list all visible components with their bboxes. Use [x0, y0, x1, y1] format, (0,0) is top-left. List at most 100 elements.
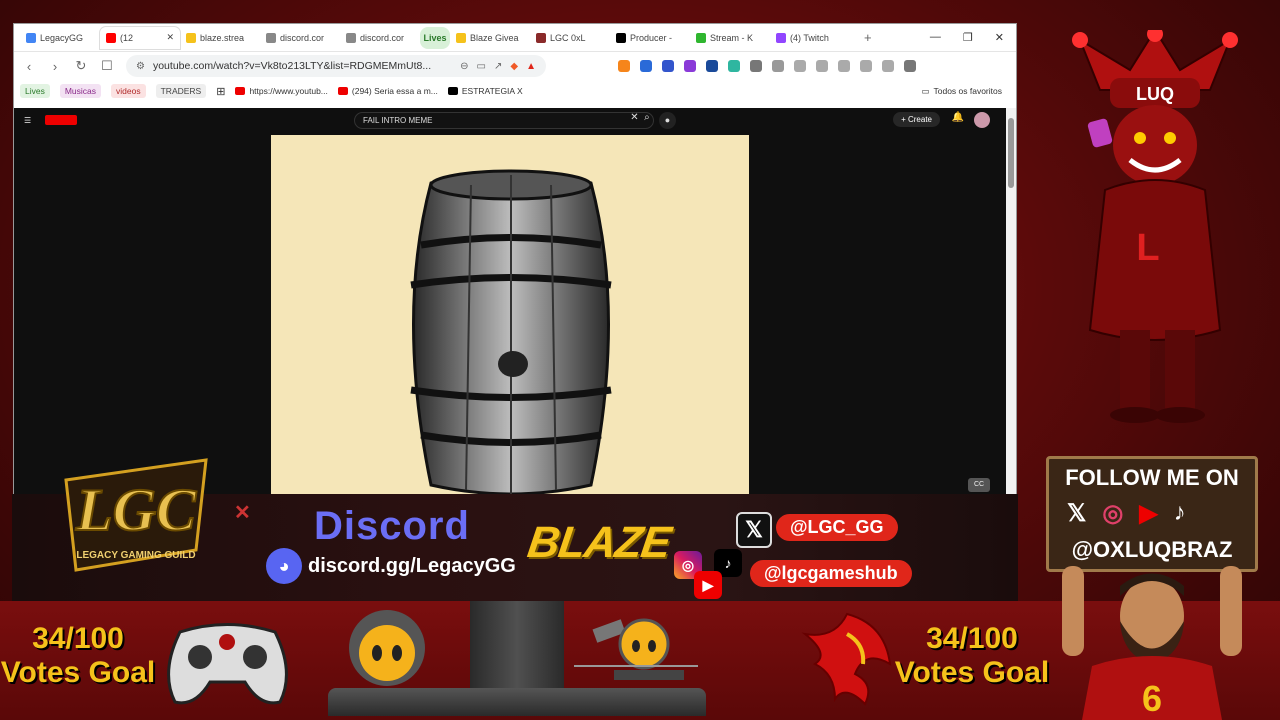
youtube-page: ☰ FAIL INTRO MEME ✕ ⌕ ● + Create 🔔 CC — [14, 108, 1006, 494]
scrollbar-thumb[interactable] — [1008, 118, 1014, 188]
sidebar-icon[interactable] — [816, 60, 828, 72]
leaf-extension-icon[interactable] — [728, 60, 740, 72]
install-icon[interactable]: ▭ — [477, 61, 486, 72]
mascot-cap-text: LUQ — [1136, 84, 1174, 104]
bookmark-item[interactable]: https://www.youtub... — [235, 86, 328, 96]
browser-tab[interactable]: discord.cor — [260, 27, 340, 49]
tab-favicon-icon — [776, 32, 786, 43]
url-field[interactable]: ⚙ youtube.com/watch?v=Vk8to213LTY&list=R… — [126, 55, 546, 77]
discord-icon: ◕ — [266, 548, 302, 584]
brave-shield-icon[interactable]: ◆ — [510, 61, 518, 72]
counter-extension-icon[interactable] — [706, 60, 718, 72]
discord-link-text: discord.gg/LegacyGG — [308, 554, 516, 577]
tab-favicon-icon — [106, 32, 116, 43]
restore-button[interactable]: ❐ — [963, 31, 973, 44]
follow-card: FOLLOW ME ON 𝕏 ◎ ▶ ♪ @OXLUQBRAZ — [1046, 456, 1258, 572]
right-goal-count: 34/100 — [926, 622, 1018, 655]
tab-label: LegacyGG — [40, 32, 84, 43]
scrollbar[interactable] — [1006, 108, 1016, 494]
x-handle: @LGC_GG — [776, 514, 898, 541]
browser-tab[interactable]: Blaze Givea — [450, 27, 530, 49]
youtube-icon: ▶ — [1139, 500, 1158, 527]
jersey-number: 6 — [1142, 678, 1162, 719]
bookmark-folder-chip[interactable]: Musicas — [59, 84, 102, 98]
browser-tab[interactable]: blaze.strea — [180, 27, 260, 49]
browser-tab[interactable]: Producer - — [610, 27, 690, 49]
browser-tab[interactable]: discord.cor — [340, 27, 420, 49]
bookmark-folder-chip[interactable]: TRADERS — [155, 84, 207, 98]
browser-tab[interactable]: (12 ✕ — [100, 26, 180, 49]
monitor-stand — [470, 601, 564, 701]
left-goal-count: 34/100 — [32, 622, 124, 655]
create-button[interactable]: + Create — [893, 112, 940, 127]
avatar[interactable] — [974, 112, 990, 128]
follow-card-title: FOLLOW ME ON — [1065, 465, 1239, 490]
search-icon[interactable]: ✕ ⌕ — [624, 112, 656, 129]
youtube-logo[interactable] — [45, 115, 78, 125]
left-votes-goal: 34/100 Votes Goal — [0, 622, 156, 690]
close-window-button[interactable]: ✕ — [995, 31, 1004, 44]
zoom-icon[interactable]: ⊖ — [460, 61, 468, 72]
hamburger-icon[interactable]: ☰ — [24, 116, 31, 125]
tab-label: Producer - — [630, 32, 673, 43]
bookmark-folder-chip[interactable]: videos — [111, 84, 146, 98]
new-tab-button[interactable]: + — [864, 30, 872, 45]
browser-tab[interactable]: LegacyGG — [20, 27, 100, 49]
rewards-icon[interactable]: ▲ — [526, 61, 536, 72]
wave-extension-icon[interactable] — [662, 60, 674, 72]
bookmark-favicon-icon — [235, 87, 246, 95]
music-icon[interactable] — [794, 60, 806, 72]
all-bookmarks-folder[interactable]: ▭ Todos os favoritos — [921, 86, 1010, 97]
forward-icon[interactable]: › — [48, 59, 62, 74]
right-votes-goal: 34/100 Votes Goal — [892, 622, 1052, 690]
discord-title: Discord — [314, 504, 470, 548]
share-icon[interactable]: ↗ — [494, 61, 502, 72]
create-label: Create — [907, 115, 932, 124]
x-icon: 𝕏 — [736, 512, 772, 548]
url-text: youtube.com/watch?v=Vk8to213LTY&list=RDG… — [152, 60, 432, 72]
browser-tab[interactable]: LGC 0xL — [530, 27, 610, 49]
menu-icon[interactable] — [904, 60, 916, 72]
browser-tab[interactable]: (4) Twitch — [770, 27, 850, 49]
search-input[interactable]: FAIL INTRO MEME — [354, 112, 654, 129]
captions-button[interactable]: CC — [968, 478, 990, 492]
leo-icon[interactable] — [860, 60, 872, 72]
lgc-logo: LGC LEGACY GAMING GUILD — [64, 458, 208, 572]
follow-card-handle: @OXLUQBRAZ — [1071, 537, 1233, 562]
bookmark-icon[interactable]: ☐ — [100, 58, 114, 74]
download-icon[interactable] — [772, 60, 784, 72]
tab-favicon-icon — [26, 32, 36, 43]
browser-tab[interactable]: Stream - K — [690, 27, 770, 49]
blaze-logo: BLAZE — [524, 518, 674, 567]
vpn-icon[interactable] — [882, 60, 894, 72]
tab-favicon-icon — [186, 32, 196, 43]
mic-icon[interactable]: ● — [659, 112, 676, 129]
site-info-icon[interactable]: ⚙ — [136, 61, 145, 72]
back-icon[interactable]: ‹ — [22, 59, 36, 74]
bookmark-label: https://www.youtub... — [249, 86, 328, 96]
bookmark-item[interactable]: ESTRATEGIA X — [447, 86, 523, 96]
browser-tab[interactable]: Lives — [420, 26, 450, 49]
tab-label: Blaze Givea — [470, 32, 519, 43]
wallet-icon[interactable] — [838, 60, 850, 72]
minimize-button[interactable]: — — [930, 31, 941, 44]
bookmark-label: ESTRATEGIA X — [461, 86, 523, 96]
apps-grid-icon[interactable]: ⊞ — [216, 85, 225, 98]
bookmark-favicon-icon — [447, 87, 458, 95]
instagram-icon: ◎ — [1102, 500, 1124, 527]
puzzle-extensions-icon[interactable] — [750, 60, 762, 72]
proton-extension-icon[interactable] — [684, 60, 696, 72]
notifications-icon[interactable]: 🔔 — [952, 112, 964, 123]
reload-icon[interactable]: ↻ — [74, 58, 88, 74]
shield-extension-icon[interactable] — [640, 60, 652, 72]
tab-favicon-icon — [346, 32, 356, 43]
tab-label: (12 — [120, 32, 134, 43]
metamask-extension-icon[interactable] — [618, 60, 630, 72]
bookmark-folder-chip[interactable]: Lives — [20, 84, 50, 98]
youtube-icon: ▶ — [694, 571, 722, 599]
video-player[interactable] — [271, 135, 749, 494]
bookmark-item[interactable]: (294) Seria essa a m... — [337, 86, 438, 96]
emote-face-icon — [349, 610, 425, 686]
close-tab-icon[interactable]: ✕ — [166, 32, 174, 43]
tab-favicon-icon — [456, 32, 466, 43]
